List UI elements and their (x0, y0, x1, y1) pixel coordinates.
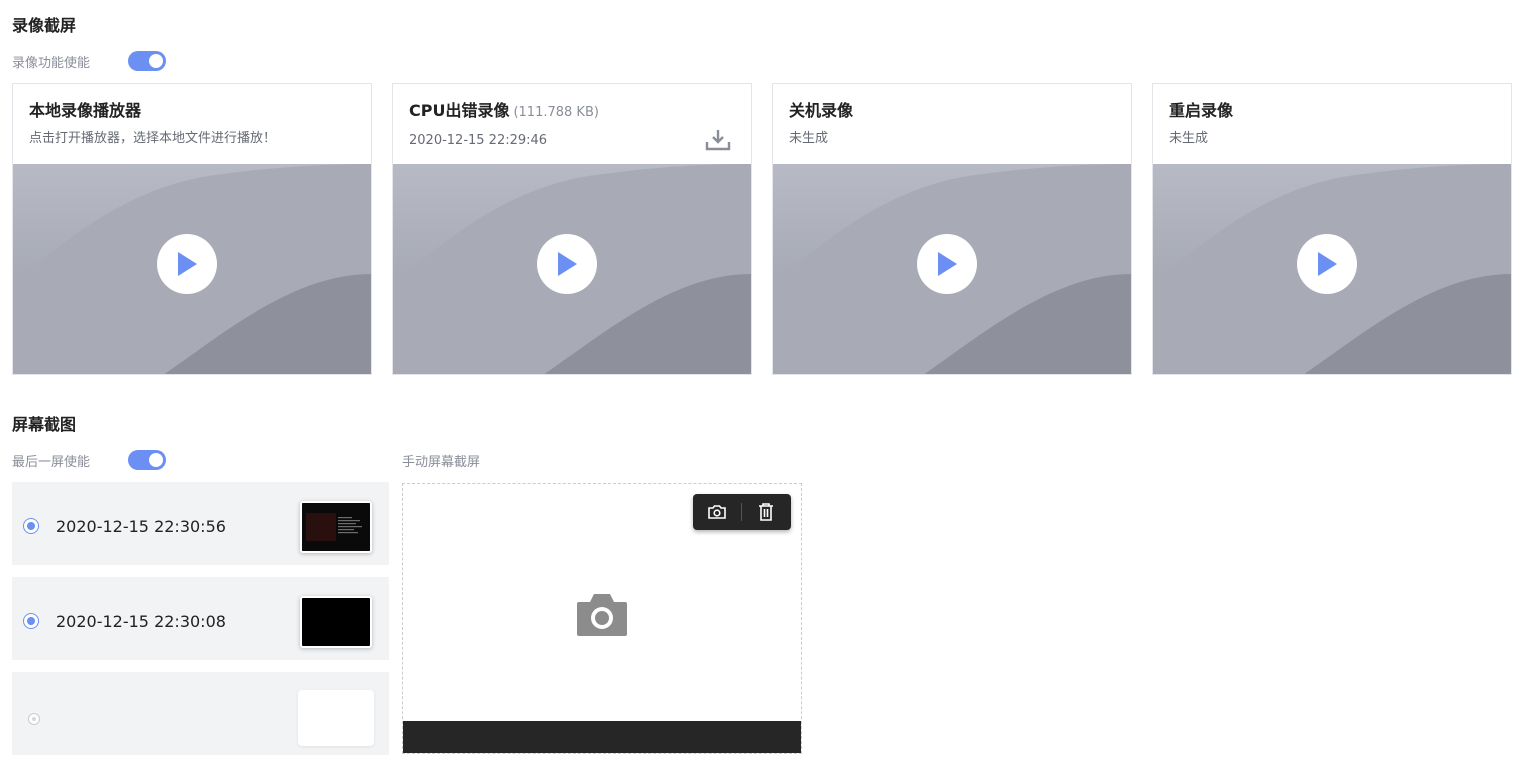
video-preview[interactable] (13, 164, 371, 374)
toggle-knob (149, 453, 163, 467)
screenshot-thumbnail[interactable] (300, 501, 372, 553)
delete-button[interactable] (742, 494, 790, 530)
recording-section-title: 录像截屏 (12, 16, 77, 35)
video-card-shutdown: 关机录像 未生成 (772, 83, 1132, 375)
screenshot-radio[interactable] (23, 613, 39, 629)
play-button[interactable] (157, 234, 217, 294)
play-button[interactable] (917, 234, 977, 294)
card-title: 关机录像 (789, 101, 854, 120)
card-subtitle: 未生成 (789, 131, 829, 146)
play-button[interactable] (1297, 234, 1357, 294)
screenshot-radio[interactable] (28, 713, 40, 725)
video-card-local-player: 本地录像播放器 点击打开播放器，选择本地文件进行播放！ (12, 83, 372, 375)
radio-dot (27, 617, 35, 625)
camera-icon (708, 505, 726, 519)
card-title: CPU出错录像 (111.788 KB) (409, 101, 599, 120)
last-screen-enable-label: 最后一屏使能 (12, 455, 91, 470)
card-title: 本地录像播放器 (29, 101, 142, 120)
card-header: CPU出错录像 (111.788 KB) 2020-12-15 22:29:46 (393, 84, 751, 164)
recording-enable-label: 录像功能使能 (12, 56, 91, 71)
card-subtitle: 点击打开播放器，选择本地文件进行播放！ (29, 131, 277, 146)
trash-icon (759, 503, 773, 521)
video-preview[interactable] (1153, 164, 1511, 374)
screenshot-row[interactable]: 2020-12-15 22:30:08 (12, 577, 389, 660)
screenshot-thumbnail[interactable] (300, 596, 372, 648)
video-preview[interactable] (773, 164, 1131, 374)
last-screen-enable-toggle[interactable] (128, 450, 166, 470)
card-subtitle: 2020-12-15 22:29:46 (409, 133, 548, 148)
screenshot-time: 2020-12-15 22:30:56 (56, 517, 226, 536)
card-header: 本地录像播放器 点击打开播放器，选择本地文件进行播放！ (13, 84, 371, 164)
card-header: 关机录像 未生成 (773, 84, 1131, 164)
card-title: 重启录像 (1169, 101, 1234, 120)
play-icon (178, 252, 197, 276)
screenshot-toolbar (693, 494, 791, 530)
camera-placeholder-icon (575, 592, 629, 638)
radio-dot (32, 717, 36, 721)
screenshot-row-empty[interactable] (12, 672, 389, 755)
card-subtitle: 未生成 (1169, 131, 1209, 146)
capture-button[interactable] (693, 494, 741, 530)
play-icon (1318, 252, 1337, 276)
video-preview[interactable] (393, 164, 751, 374)
toggle-knob (149, 54, 163, 68)
play-button[interactable] (537, 234, 597, 294)
manual-screenshot-area (402, 483, 802, 754)
preview-bottom-bar (403, 721, 801, 753)
play-icon (938, 252, 957, 276)
video-card-restart: 重启录像 未生成 (1152, 83, 1512, 375)
recording-enable-toggle[interactable] (128, 51, 166, 71)
radio-dot (27, 522, 35, 530)
manual-screenshot-label: 手动屏幕截屏 (402, 455, 481, 470)
play-icon (558, 252, 577, 276)
card-header: 重启录像 未生成 (1153, 84, 1511, 164)
download-icon[interactable] (705, 128, 731, 152)
screenshot-section-title: 屏幕截图 (12, 415, 77, 434)
screenshot-time: 2020-12-15 22:30:08 (56, 612, 226, 631)
video-card-cpu-error: CPU出错录像 (111.788 KB) 2020-12-15 22:29:46 (392, 83, 752, 375)
file-size: (111.788 KB) (513, 105, 599, 120)
screenshot-thumbnail-empty (298, 690, 374, 746)
screenshot-radio[interactable] (23, 518, 39, 534)
screenshot-row[interactable]: 2020-12-15 22:30:56 (12, 482, 389, 565)
